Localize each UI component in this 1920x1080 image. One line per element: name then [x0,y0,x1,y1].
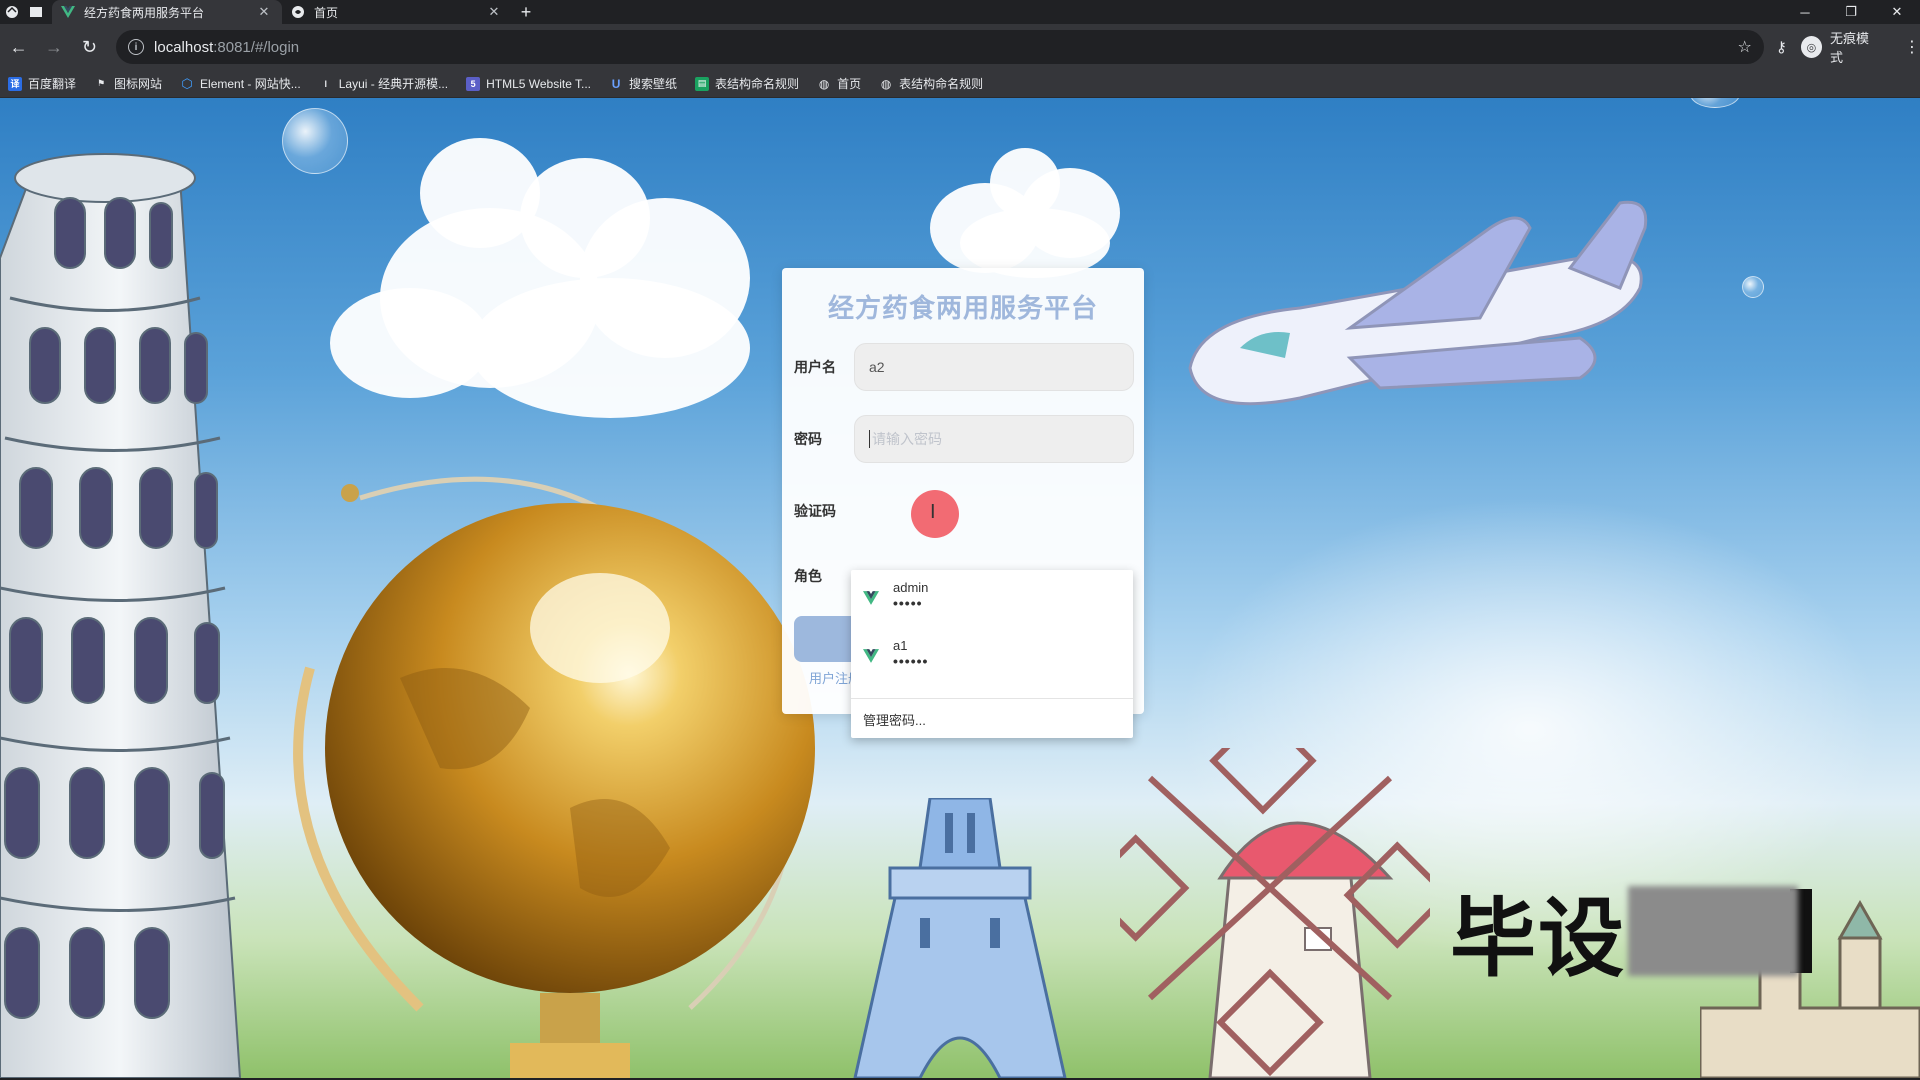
reload-icon[interactable]: ↻ [73,30,106,64]
bookmark-label: 表结构命名规则 [715,77,800,91]
tab-login-page[interactable]: 经方药食两用服务平台 ✕ [52,0,282,24]
saved-credential-a1[interactable]: a1 •••••• [851,628,1133,684]
minimize-icon[interactable]: ─ [1782,0,1828,24]
bookmark-item[interactable]: ◍ 首页 [817,75,861,92]
address-host: localhost [154,38,214,56]
bookmark-label: Element - 网站快... [200,77,301,91]
password-row: 密码 请输入密码 [794,414,1134,464]
doc-green-icon: ▤ [695,76,710,91]
credential-masked-password: ••••• [893,595,923,611]
captcha-row: 验证码 [794,486,1134,536]
bubble [1742,276,1764,298]
tab-title: 首页 [314,5,339,20]
page-title: 经方药食两用服务平台 [827,293,1098,323]
tab-search-icon[interactable] [0,0,24,24]
profile-label[interactable]: 无痕模式 [1830,28,1880,66]
username-input[interactable]: a2 [854,343,1134,391]
globe-icon: ◍ [880,76,892,91]
bookmark-item[interactable]: ◍ 表结构命名规则 [879,75,983,92]
flag-icon: ⚑ [96,78,106,88]
tab-close-icon[interactable]: ✕ [486,4,502,20]
element-hex-icon: ⬡ [181,75,193,91]
password-placeholder: 请输入密码 [872,431,942,447]
site-info-icon[interactable]: i [128,39,145,55]
restore-icon[interactable]: ❐ [1828,0,1874,24]
airplane-illustration [1188,200,1648,406]
golden-globe-illustration [293,476,815,1078]
text-caret [869,430,870,448]
more-menu-icon[interactable]: ⋮ [1904,37,1920,57]
credential-username: a1 [893,638,908,653]
bookmark-label: 百度翻译 [28,77,77,91]
leaning-tower-illustration [0,153,242,1078]
toolbar-right: ⚷ ◎ 无痕模式 ⋮ [1776,28,1920,66]
password-input[interactable]: 请输入密码 [854,415,1134,463]
forward-arrow-icon[interactable]: → [37,30,70,64]
bookmark-item[interactable]: ⬡ Element - 网站快... [180,75,301,92]
bookmark-label: 首页 [837,77,862,91]
browser-toolbar: ← → ↻ i localhost:8081/#/login ☆ ⚷ ◎ 无痕模… [0,24,1920,70]
saved-credential-admin[interactable]: admin ••••• [851,570,1133,626]
bubble [282,108,348,174]
role-label: 角色 [794,568,822,584]
bookmark-label: 表结构命名规则 [899,77,984,91]
back-arrow-icon[interactable]: ← [2,30,35,64]
username-row: 用户名 a2 [794,342,1134,392]
window-icon[interactable] [24,0,48,24]
key-icon[interactable]: ⚷ [1776,38,1787,56]
bookmark-label: 搜索壁纸 [629,77,678,91]
bubble [1690,98,1740,108]
password-label: 密码 [794,431,822,447]
window-controls: ─ ❐ ✕ [1782,0,1920,24]
credential-username: admin [893,580,929,595]
bookmark-item[interactable]: ⚑ 图标网站 [94,75,162,92]
bookmarks-bar: 译百度翻译 ⚑ 图标网站 ⬡ Element - 网站快... l Layui - 经… [0,70,1920,98]
captcha-label: 验证码 [794,503,836,519]
globe-icon [290,4,306,20]
bookmark-item[interactable]: 5 HTML5 Website T... [466,76,592,91]
bookmark-label: HTML5 Website T... [486,76,592,91]
html5-icon: 5 [466,76,481,91]
vue-logo-icon [60,4,76,20]
username-value: a2 [869,359,885,375]
username-label: 用户名 [794,359,836,375]
new-tab-button[interactable]: + [512,2,540,23]
bookmark-item[interactable]: U 搜索壁纸 [609,75,677,92]
bookmark-item[interactable]: ▤ 表结构命名规则 [695,75,799,92]
incognito-icon[interactable]: ◎ [1800,36,1823,58]
address-bar[interactable]: i localhost:8081/#/login ☆ [116,30,1764,64]
tab-strip: 经方药食两用服务平台 ✕ 首页 ✕ + ─ ❐ ✕ [0,0,1920,24]
dropdown-divider [851,698,1133,699]
close-window-icon[interactable]: ✕ [1874,0,1920,24]
bookmark-star-icon[interactable]: ☆ [1738,37,1752,57]
tab-home[interactable]: 首页 ✕ [282,0,512,24]
password-autofill-dropdown: admin ••••• a1 •••••• 管理密码... [851,570,1133,738]
watermark-blurred-region [1628,885,1798,976]
credential-masked-password: •••••• [893,653,929,669]
layui-icon: l [324,78,327,89]
text-cursor-icon: I [930,501,936,523]
bookmark-item[interactable]: l Layui - 经典开源模... [319,75,448,92]
eiffel-tower-illustration [853,798,1067,1078]
wallpaper-icon: U [611,76,621,91]
globe-icon: ◍ [818,76,830,91]
bookmark-label: 图标网站 [114,77,163,91]
bookmark-item[interactable]: 译百度翻译 [8,75,76,92]
tab-title: 经方药食两用服务平台 [84,5,205,20]
translate-icon: 译 [8,76,22,91]
tab-close-icon[interactable]: ✕ [256,4,272,20]
windmill-illustration [1120,748,1430,1078]
address-path: :8081/#/login [213,38,300,56]
vue-logo-icon [863,649,879,663]
watermark: 毕设 [1450,868,1812,993]
bookmark-label: Layui - 经典开源模... [338,77,449,91]
vue-logo-icon [863,591,879,605]
watermark-text: 毕设 [1450,889,1626,989]
manage-passwords-item[interactable]: 管理密码... [863,710,926,729]
